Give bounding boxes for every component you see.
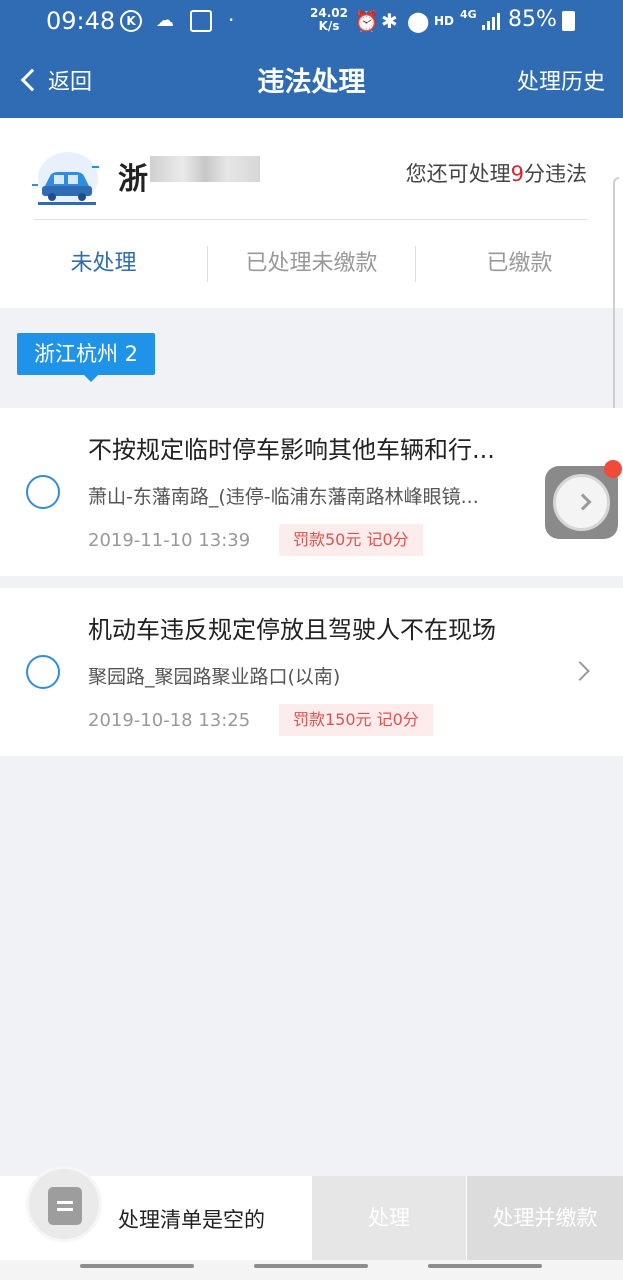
battery-icon [562, 11, 575, 31]
chevron-right-icon [574, 493, 592, 511]
car-icon [32, 152, 99, 205]
nav-handle[interactable] [428, 1264, 542, 1268]
tab-processed-unpaid[interactable]: 已处理未缴款 [208, 220, 415, 308]
violation-date: 2019-11-10 13:39 [88, 530, 251, 551]
system-nav-bar [0, 1260, 623, 1280]
bottom-action-bar: 处理清单是空的 处理 处理并缴款 [0, 1166, 623, 1260]
plate-number: 浙 [118, 162, 148, 197]
signal-icon [482, 12, 502, 30]
process-button[interactable]: 处理 [312, 1176, 466, 1260]
gallery-icon [190, 10, 212, 32]
violation-date: 2019-10-18 13:25 [88, 710, 251, 731]
battery-percent: 85% [508, 7, 557, 32]
notification-badge [604, 460, 622, 478]
plate-number-redacted [150, 156, 260, 182]
chevron-right-icon[interactable] [570, 661, 590, 681]
status-bar: 09:48 K ☁ · 24.02 K/s ⏰ ✱ ⬤ HD 4G 85% [0, 0, 623, 44]
top-bar: 09:48 K ☁ · 24.02 K/s ⏰ ✱ ⬤ HD 4G 85% 返回 … [0, 0, 623, 118]
wechat-icon: ☁ [156, 10, 174, 31]
location-icon: ⬤ [407, 9, 430, 33]
select-radio[interactable] [26, 475, 60, 509]
select-radio[interactable] [26, 655, 60, 689]
status-tabs: 未处理 已处理未缴款 已缴款 [0, 220, 623, 308]
violation-location: 萧山-东藩南路_(违停-临浦东藩南路林峰眼镜... [88, 486, 479, 508]
network-speed: 24.02 K/s [310, 7, 348, 33]
nav-handle[interactable] [254, 1264, 368, 1268]
status-time: 09:48 [46, 7, 116, 35]
violation-item[interactable]: 机动车违反规定停放且驾驶人不在现场 聚园路_聚园路聚业路口(以南) 2019-1… [0, 588, 623, 756]
history-button[interactable]: 处理历史 [517, 64, 605, 96]
empty-list-text: 处理清单是空的 [118, 1208, 265, 1232]
violation-title: 不按规定临时停车影响其他车辆和行... [88, 436, 495, 464]
network-speed-value: 24.02 [310, 6, 348, 20]
fine-badge: 罚款50元 记0分 [279, 524, 423, 556]
k-app-icon: K [120, 10, 142, 32]
vehicle-card: 浙 您还可处理9分违法 未处理 已处理未缴款 已缴款 [0, 118, 623, 308]
fine-badge: 罚款150元 记0分 [279, 704, 433, 736]
floating-timer-button[interactable] [545, 460, 622, 539]
network-type: 4G [460, 8, 477, 21]
remaining-points: 您还可处理9分违法 [406, 158, 587, 188]
remaining-count: 9 [510, 162, 524, 186]
edge-scroll-hint [613, 177, 619, 413]
process-list-button[interactable] [26, 1166, 102, 1242]
nav-handle[interactable] [80, 1264, 194, 1268]
remaining-suffix: 分违法 [524, 162, 587, 186]
alarm-icon: ⏰ [354, 9, 379, 33]
violation-title: 机动车违反规定停放且驾驶人不在现场 [88, 616, 496, 644]
bluetooth-icon: ✱ [381, 9, 398, 33]
document-icon [48, 1187, 82, 1225]
violation-item[interactable]: 不按规定临时停车影响其他车辆和行... 萧山-东藩南路_(违停-临浦东藩南路林峰… [0, 408, 623, 576]
tab-paid[interactable]: 已缴款 [416, 220, 623, 308]
timer-face-icon [553, 474, 610, 531]
region-label: 浙江杭州 2 [17, 333, 156, 382]
tab-unprocessed[interactable]: 未处理 [0, 220, 207, 308]
network-speed-unit: K/s [318, 19, 340, 33]
violation-location: 聚园路_聚园路聚业路口(以南) [88, 666, 341, 688]
remaining-prefix: 您还可处理 [405, 162, 511, 186]
process-and-pay-button[interactable]: 处理并缴款 [467, 1176, 623, 1260]
hd-indicator: HD [434, 14, 455, 28]
notification-dot-icon: · [228, 8, 235, 32]
